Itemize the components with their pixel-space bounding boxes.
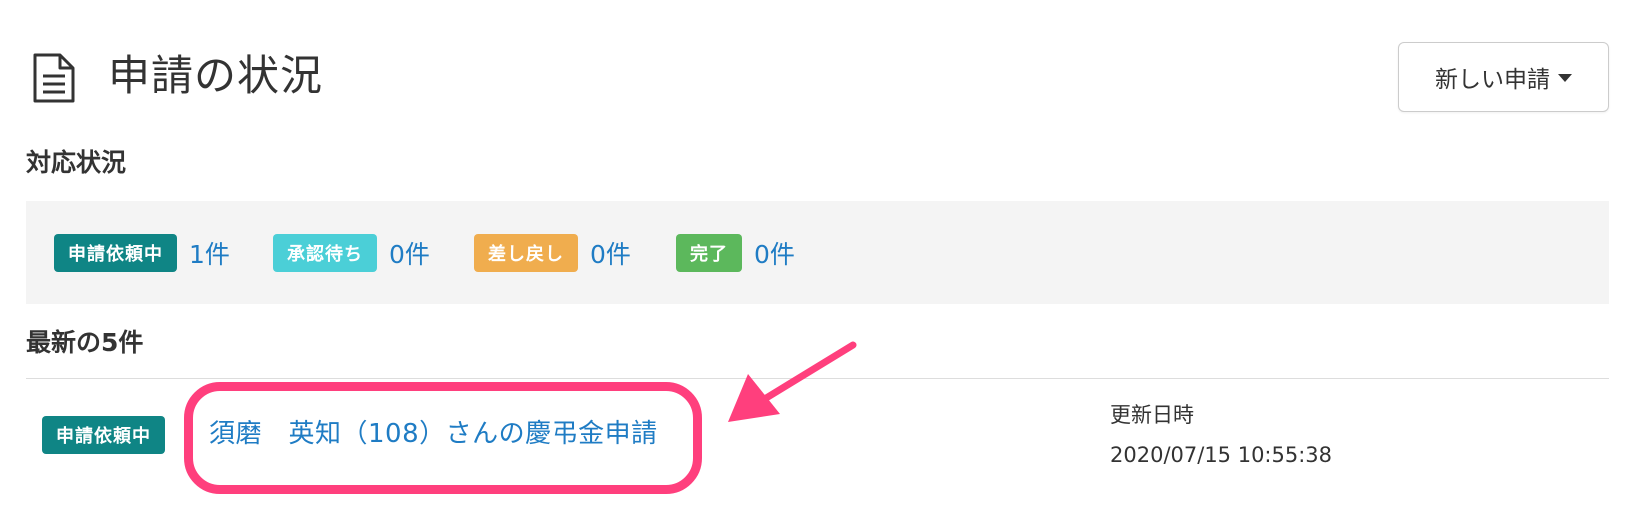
new-application-button[interactable]: 新しい申請 xyxy=(1398,42,1609,112)
latest-heading: 最新の5件 xyxy=(26,328,144,357)
status-item-awaiting-approval: 承認待ち 0件 xyxy=(273,234,430,272)
page-title: 申請の状況 xyxy=(108,51,324,100)
row-status-badge: 申請依頼中 xyxy=(42,416,165,454)
status-item-completed: 完了 0件 xyxy=(676,234,795,272)
highlight-annotation xyxy=(184,382,702,494)
count-link-completed[interactable]: 0件 xyxy=(754,235,795,271)
status-badge-completed: 完了 xyxy=(676,234,742,272)
updated-label: 更新日時 xyxy=(1110,403,1194,427)
new-application-label: 新しい申請 xyxy=(1435,67,1550,93)
status-badge-awaiting-approval: 承認待ち xyxy=(273,234,377,272)
caret-down-icon xyxy=(1558,74,1572,82)
annotation-arrow-icon xyxy=(728,341,857,422)
count-link-returned[interactable]: 0件 xyxy=(590,235,631,271)
status-summary-panel: 申請依頼中 1件 承認待ち 0件 差し戻し 0件 完了 0件 xyxy=(26,201,1609,304)
count-link-awaiting-approval[interactable]: 0件 xyxy=(389,235,430,271)
status-heading: 対応状況 xyxy=(26,148,127,177)
updated-value: 2020/07/15 10:55:38 xyxy=(1110,443,1333,467)
status-badge-returned: 差し戻し xyxy=(474,234,578,272)
status-item-returned: 差し戻し 0件 xyxy=(474,234,631,272)
document-icon xyxy=(33,53,75,103)
status-badge-requesting: 申請依頼中 xyxy=(54,234,177,272)
status-item-requesting: 申請依頼中 1件 xyxy=(54,234,230,272)
count-link-requesting[interactable]: 1件 xyxy=(189,235,230,271)
